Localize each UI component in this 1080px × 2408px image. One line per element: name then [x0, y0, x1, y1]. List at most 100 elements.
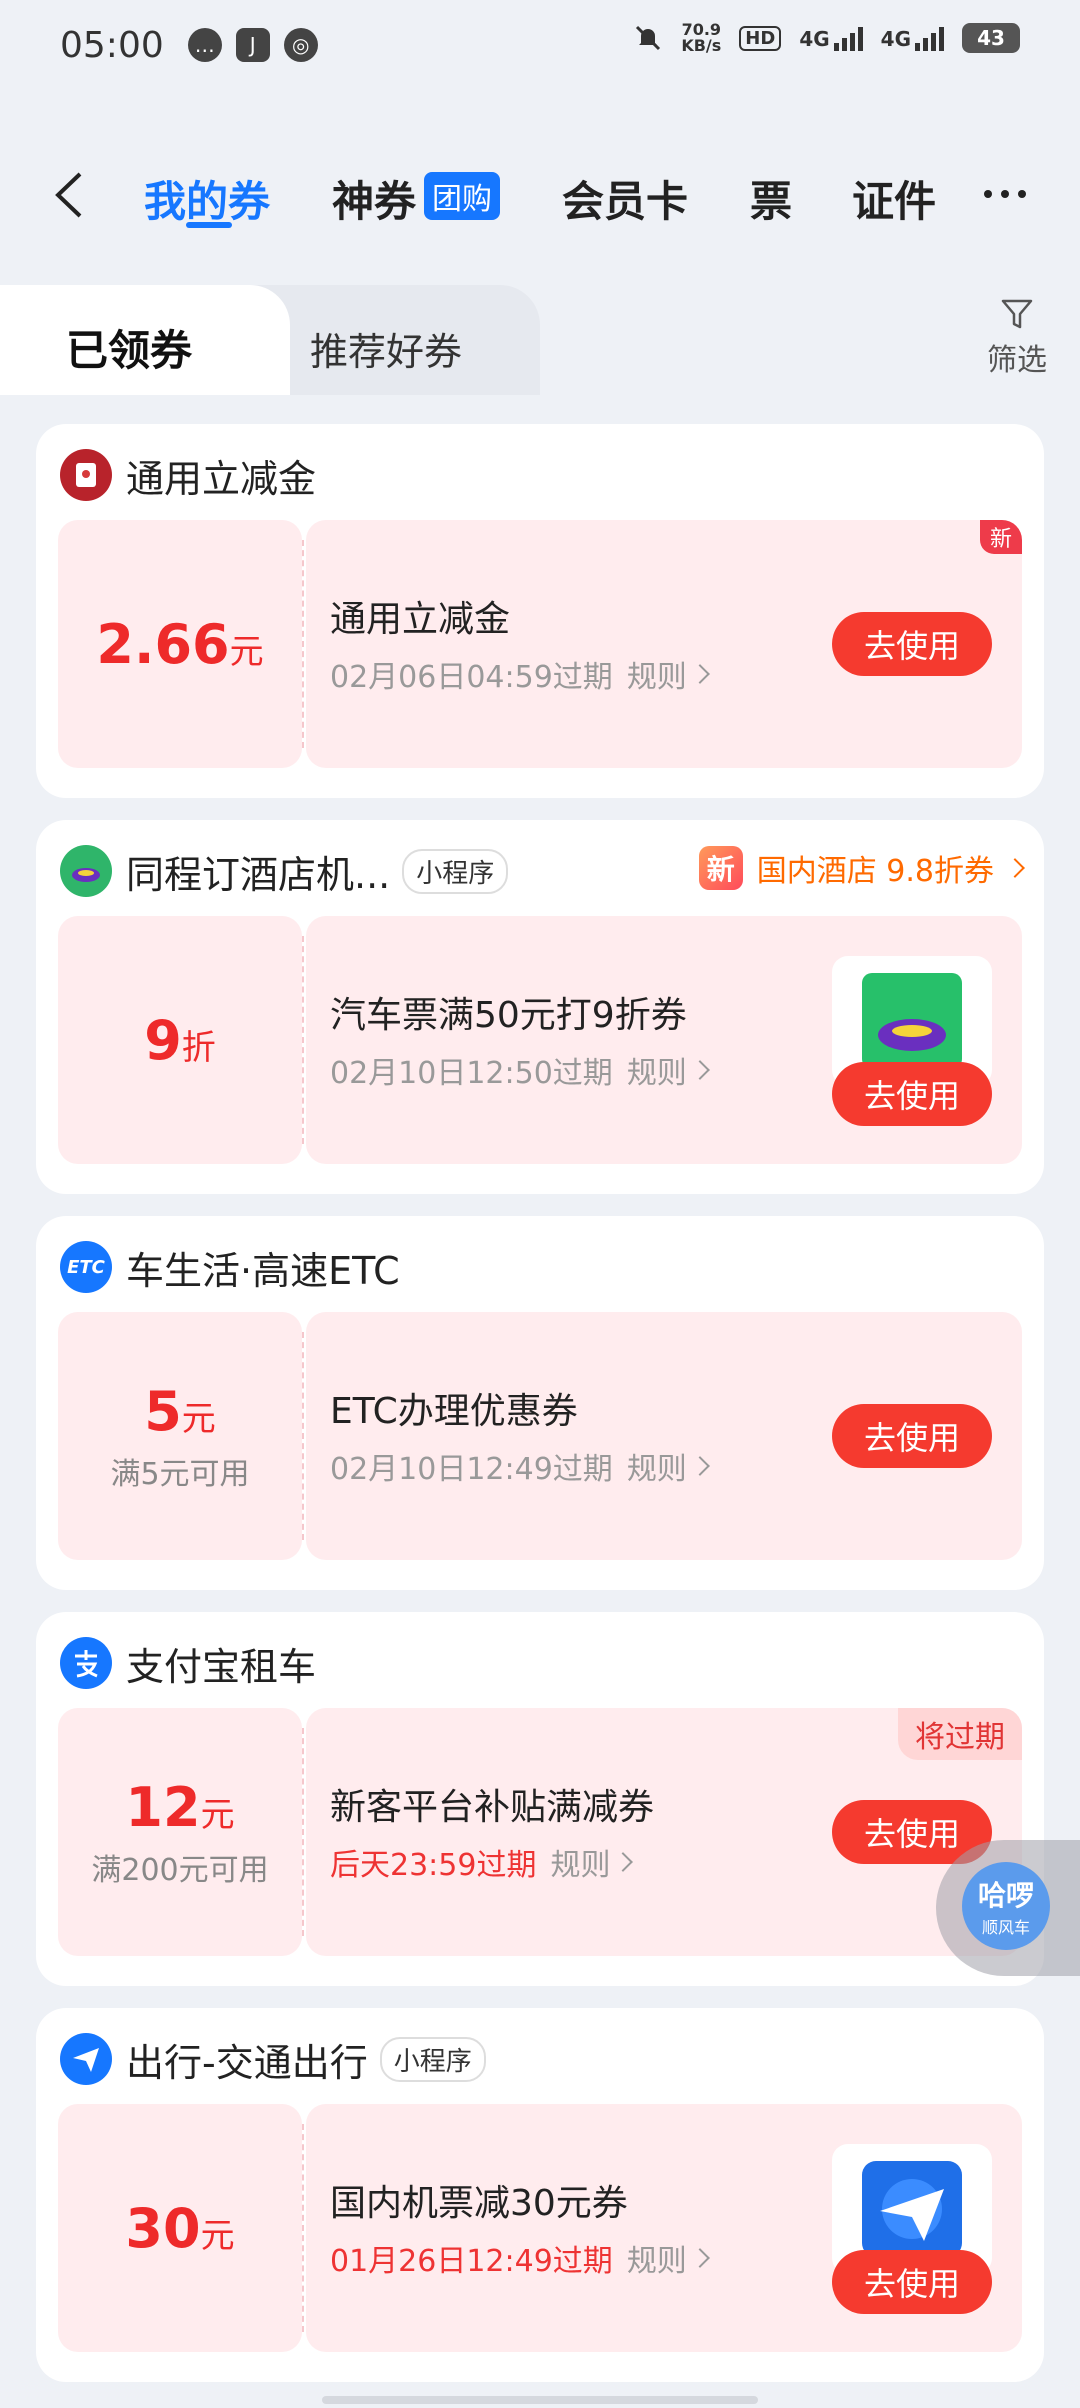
- coupon-body[interactable]: 2.66元 新 通用立减金 02月06日04:59过期 规则 去使用: [58, 520, 1022, 768]
- merchant-header[interactable]: ETC 车生活·高速ETC: [60, 1240, 400, 1294]
- home-indicator[interactable]: [322, 2396, 758, 2404]
- promo-text: 国内酒店 9.8折券: [756, 854, 994, 889]
- app-notification-icon: ◎: [283, 28, 318, 62]
- promo-new-icon: 新: [698, 846, 743, 890]
- red-envelope-icon: [60, 449, 112, 501]
- tab-my-coupons[interactable]: 我的券: [144, 168, 270, 229]
- coupon-expire: 02月06日04:59过期 规则: [330, 652, 710, 696]
- tab-underline: [186, 222, 232, 228]
- tab-member-card[interactable]: 会员卡: [562, 168, 688, 229]
- tab-super-coupons[interactable]: 神券: [332, 168, 416, 229]
- coupon-expire: 后天23:59过期 规则: [330, 1840, 634, 1884]
- mini-program-tag[interactable]: 小程序: [379, 2036, 486, 2082]
- merchant-header[interactable]: 同程订酒店机... 小程序: [60, 844, 509, 898]
- coupon-info: 国内机票减30元券 01月26日12:49过期 规则 去使用: [306, 2104, 1022, 2352]
- coupon-divider: [302, 540, 304, 748]
- filter-button[interactable]: 筛选: [982, 297, 1052, 379]
- coupon-body[interactable]: 30元 国内机票减30元券 01月26日12:49过期 规则 去使用: [58, 2104, 1022, 2352]
- coupon-divider: [302, 1332, 304, 1540]
- coupon-amount: 12: [125, 1775, 201, 1839]
- rule-link[interactable]: 规则: [627, 1444, 710, 1488]
- coupon-expire: 01月26日12:49过期 规则: [330, 2236, 710, 2280]
- hotel-promo-link[interactable]: 新 国内酒店 9.8折券: [698, 846, 1025, 890]
- coupon-value: 9折: [58, 916, 302, 1164]
- coupon-amount: 9: [144, 1008, 182, 1072]
- hd-icon: HD: [739, 25, 782, 51]
- merchant-name: 车生活·高速ETC: [126, 1248, 400, 1293]
- coupon-card-general: 通用立减金 2.66元 新 通用立减金 02月06日04:59过期 规则 去使用: [36, 424, 1044, 798]
- rule-link[interactable]: 规则: [550, 1840, 634, 1884]
- coupon-condition: 满5元可用: [110, 1456, 250, 1492]
- sub-tab-claimed-label: 已领券: [66, 326, 193, 375]
- coupon-amount: 2.66: [96, 612, 230, 676]
- filter-icon: [1001, 299, 1033, 329]
- coupon-info: 将过期 新客平台补贴满减券 后天23:59过期 规则 去使用: [306, 1708, 1022, 1956]
- hellobike-float-button[interactable]: 哈啰 顺风车: [936, 1840, 1080, 1976]
- chevron-right-icon: [613, 1852, 634, 1872]
- hellobike-icon: 哈啰 顺风车: [962, 1862, 1050, 1950]
- use-button[interactable]: 去使用: [832, 612, 992, 676]
- net-speed: 70.9 KB/s: [681, 20, 722, 55]
- merchant-name: 出行-交通出行: [126, 2040, 368, 2085]
- coupon-body[interactable]: 9折 汽车票满50元打9折券 02月10日12:50过期 规则 去使用: [58, 916, 1022, 1164]
- coupon-unit: 折: [181, 1027, 216, 1068]
- sub-tab-recommend[interactable]: 推荐好券: [310, 321, 462, 376]
- status-right: 70.9 KB/s HD 4G 4G 43: [633, 22, 1020, 54]
- tongcheng-logo-icon: [60, 845, 112, 897]
- coupon-title: 汽车票满50元打9折券: [330, 995, 687, 1036]
- coupon-value: 5元 满5元可用: [58, 1312, 302, 1560]
- top-nav: 我的券 神券 团购 会员卡 票 证件: [0, 150, 1080, 240]
- coupon-unit: 元: [181, 1398, 216, 1439]
- rule-link[interactable]: 规则: [627, 652, 710, 696]
- merchant-header[interactable]: 通用立减金: [60, 448, 316, 502]
- rule-link[interactable]: 规则: [627, 1048, 710, 1092]
- tab-documents[interactable]: 证件: [852, 168, 936, 229]
- expiring-badge: 将过期: [898, 1708, 1022, 1760]
- mini-program-tag[interactable]: 小程序: [402, 848, 509, 894]
- battery-icon: 43: [962, 23, 1020, 53]
- plane-logo-icon: [60, 2033, 112, 2085]
- merchant-name: 通用立减金: [126, 456, 317, 501]
- use-button[interactable]: 去使用: [832, 2250, 992, 2314]
- coupon-value: 2.66元: [58, 520, 302, 768]
- float-main-label: 哈啰: [977, 1879, 1034, 1912]
- coupon-card-car-rental: 支付宝租车 12元 满200元可用 将过期 新客平台补贴满减券 后天23:59过…: [36, 1612, 1044, 1986]
- rule-link[interactable]: 规则: [627, 2236, 710, 2280]
- merchant-header[interactable]: 支付宝租车: [60, 1636, 316, 1690]
- coupon-body[interactable]: 5元 满5元可用 ETC办理优惠券 02月10日12:49过期 规则 去使用: [58, 1312, 1022, 1560]
- chevron-right-icon: [689, 1060, 710, 1080]
- use-button[interactable]: 去使用: [832, 1404, 992, 1468]
- coupon-condition: 满200元可用: [91, 1852, 269, 1888]
- float-sub-label: 顺风车: [981, 1918, 1030, 1937]
- chevron-right-icon: [689, 1456, 710, 1476]
- use-button[interactable]: 去使用: [832, 1062, 992, 1126]
- more-menu-icon[interactable]: [984, 190, 1026, 198]
- tab-tickets[interactable]: 票: [750, 168, 792, 229]
- back-arrow-icon[interactable]: [50, 170, 90, 220]
- signal-2: 4G: [881, 25, 944, 51]
- coupon-unit: 元: [200, 2215, 235, 2256]
- coupon-unit: 元: [229, 631, 264, 672]
- etc-logo-icon: ETC: [60, 1241, 112, 1293]
- coupon-amount: 5: [144, 1379, 182, 1443]
- coupon-body[interactable]: 12元 满200元可用 将过期 新客平台补贴满减券 后天23:59过期 规则 去…: [58, 1708, 1022, 1956]
- coupon-divider: [302, 936, 304, 1144]
- coupon-card-flight: 出行-交通出行 小程序 30元 国内机票减30元券 01月26日12:49过期 …: [36, 2008, 1044, 2382]
- chevron-right-icon: [1005, 858, 1025, 878]
- coupon-card-tongcheng: 同程订酒店机... 小程序 新 国内酒店 9.8折券 9折 汽车票满50元打9折…: [36, 820, 1044, 1194]
- coupon-value: 30元: [58, 2104, 302, 2352]
- status-bar: 05:00 … J ◎ 70.9 KB/s HD 4G 4G 43: [0, 0, 1080, 90]
- merchant-name: 支付宝租车: [126, 1644, 317, 1689]
- coupon-info: 新 通用立减金 02月06日04:59过期 规则 去使用: [306, 520, 1022, 768]
- alipay-logo-icon: [60, 1637, 112, 1689]
- coupon-expire: 02月10日12:50过期 规则: [330, 1048, 710, 1092]
- coupon-expire: 02月10日12:49过期 规则: [330, 1444, 710, 1488]
- filter-label: 筛选: [987, 343, 1047, 378]
- merchant-header[interactable]: 出行-交通出行 小程序: [60, 2032, 486, 2086]
- coupon-card-etc: ETC 车生活·高速ETC 5元 满5元可用 ETC办理优惠券 02月10日12…: [36, 1216, 1044, 1590]
- signal-1: 4G: [799, 25, 863, 51]
- coupon-divider: [302, 2124, 304, 2332]
- coupon-info: 汽车票满50元打9折券 02月10日12:50过期 规则 去使用: [306, 916, 1022, 1164]
- message-icon: …: [187, 28, 222, 62]
- coupon-divider: [302, 1728, 304, 1936]
